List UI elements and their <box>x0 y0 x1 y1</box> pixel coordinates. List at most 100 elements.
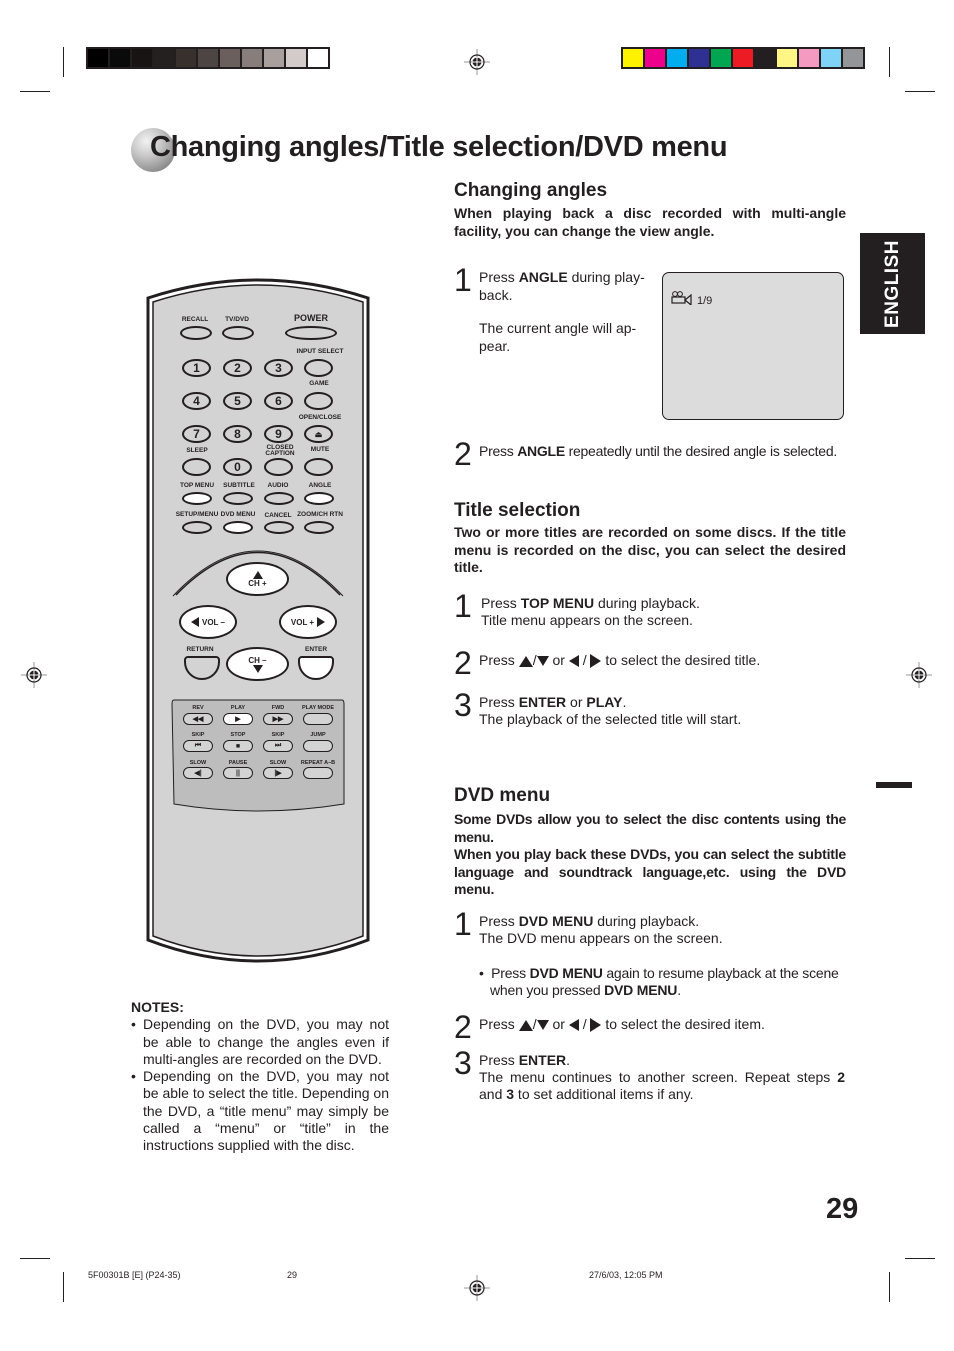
remote-subtitle-button <box>223 492 253 505</box>
crop-mark <box>20 91 50 92</box>
slow-reverse-icon: ◀| <box>194 770 202 777</box>
key-name: ANGLE <box>518 269 568 285</box>
remote-button-5: 5 <box>223 392 252 410</box>
gray-swatch <box>220 49 240 67</box>
language-tab-label: ENGLISH <box>881 239 903 328</box>
arrow-right-icon <box>590 654 602 669</box>
key-name: ANGLE <box>517 443 565 459</box>
step-ref: 2 <box>837 1069 845 1085</box>
remote-label-sleep: SLEEP <box>186 447 208 454</box>
registration-mark-icon <box>21 662 47 688</box>
remote-button-0: 0 <box>223 458 252 476</box>
color-swatch <box>711 49 731 67</box>
step-text: Press ANGLE during play- back. The curre… <box>479 269 645 355</box>
text: or <box>566 694 587 710</box>
footer-timestamp: 27/6/03, 12:05 PM <box>589 1270 663 1280</box>
arrow-up-icon <box>518 655 533 667</box>
text: and <box>479 1086 507 1102</box>
text: Press <box>479 694 519 710</box>
play-icon: ▶ <box>235 716 241 723</box>
remote-label-fwd: FWD <box>271 705 285 711</box>
remote-vol-up-label: VOL + <box>290 617 315 627</box>
text: or <box>552 652 569 668</box>
remote-label-mute: MUTE <box>310 446 330 453</box>
remote-button-9: 9 <box>264 425 293 443</box>
remote-tvdvd-button <box>222 326 254 340</box>
arrow-down-icon <box>536 1020 549 1031</box>
gray-swatch <box>132 49 152 67</box>
text: Press <box>479 652 519 668</box>
gray-swatch <box>88 49 108 67</box>
gray-swatch <box>176 49 196 67</box>
text: Press <box>479 1016 519 1032</box>
changing-angles-lead: When playing back a disc recorded with m… <box>454 205 846 239</box>
remote-label-jump: JUMP <box>310 732 326 738</box>
step-number: 3 <box>454 1045 472 1081</box>
remote-rev-button: ◀◀ <box>183 713 213 725</box>
remote-button-6: 6 <box>264 392 293 410</box>
note-item: Depending on the DVD, you may not be abl… <box>131 1068 389 1154</box>
changing-angles-heading: Changing angles <box>454 180 608 201</box>
remote-control-illustration: RECALL TV/DVD POWER INPUT SELECT 1 2 3 G… <box>146 270 370 972</box>
page-number: 29 <box>826 1193 859 1225</box>
grayscale-calibration-bar <box>86 47 330 69</box>
remote-button-3: 3 <box>264 359 293 377</box>
remote-top-menu-button <box>182 492 212 505</box>
text: during play- <box>567 269 645 285</box>
remote-dvd-menu-button <box>223 521 253 534</box>
step-text: Press DVD MENU during playback. The DVD … <box>479 913 723 947</box>
arrow-up-icon <box>252 570 263 579</box>
text: or <box>552 1016 569 1032</box>
fast-forward-icon: ▶▶ <box>272 716 284 723</box>
key-name: TOP MENU <box>520 595 595 611</box>
text: to set additional items if any. <box>514 1086 694 1102</box>
remote-button-8: 8 <box>223 425 252 443</box>
remote-pause-button: || <box>223 767 253 779</box>
notes-section: NOTES: Depending on the DVD, you may not… <box>131 999 389 1155</box>
footer-page: 29 <box>287 1270 298 1280</box>
gray-swatch <box>286 49 306 67</box>
remote-label-dvd-menu: DVD MENU <box>220 511 256 518</box>
remote-ch-down-label: CH – <box>248 655 267 665</box>
text: Press <box>479 1052 519 1068</box>
crop-mark <box>905 91 935 92</box>
remote-label-game: GAME <box>309 380 329 387</box>
text: to select the desired item. <box>605 1016 765 1032</box>
language-tab: ENGLISH <box>860 233 925 334</box>
arrow-down-icon <box>252 664 263 673</box>
step-text: Press / or / to select the desired title… <box>479 652 761 669</box>
remote-label-stop: STOP <box>230 732 246 738</box>
gray-swatch <box>308 49 328 67</box>
text: back. <box>479 286 513 303</box>
arrow-right-icon <box>590 1018 602 1033</box>
remote-slow-back-button: ◀| <box>183 767 213 779</box>
slow-forward-icon: |▶ <box>274 770 282 777</box>
step-number: 2 <box>454 645 472 681</box>
remote-power-button <box>285 326 337 340</box>
text: repeatedly until the desired angle is se… <box>564 443 838 459</box>
remote-label-repeat-ab: REPEAT A–B <box>300 760 336 766</box>
step-text: Press ANGLE repeatedly until the desired… <box>479 443 837 460</box>
gray-swatch <box>264 49 284 67</box>
color-swatch <box>689 49 709 67</box>
remote-label-audio: AUDIO <box>267 482 289 489</box>
remote-ch-down-button: CH – <box>226 647 289 681</box>
remote-zoom-ch-rtn-button <box>304 521 334 534</box>
crop-mark <box>63 47 64 77</box>
key-name: DVD MENU <box>518 913 594 929</box>
remote-repeat-ab-button <box>303 767 333 779</box>
remote-play-mode-button <box>303 713 333 725</box>
crop-mark <box>889 47 890 77</box>
text: . <box>677 982 681 998</box>
gray-swatch <box>110 49 130 67</box>
notes-list: Depending on the DVD, you may not be abl… <box>131 1016 389 1154</box>
remote-fwd-button: ▶▶ <box>263 713 293 725</box>
text: during playback. <box>593 913 700 929</box>
remote-play-button: ▶ <box>223 713 253 725</box>
crop-mark <box>889 1272 890 1302</box>
remote-vol-up-button: VOL + <box>279 605 337 639</box>
arrow-down-icon <box>536 656 549 667</box>
remote-vol-down-button: VOL – <box>179 605 237 639</box>
step-number: 1 <box>454 906 472 942</box>
color-swatch <box>821 49 841 67</box>
